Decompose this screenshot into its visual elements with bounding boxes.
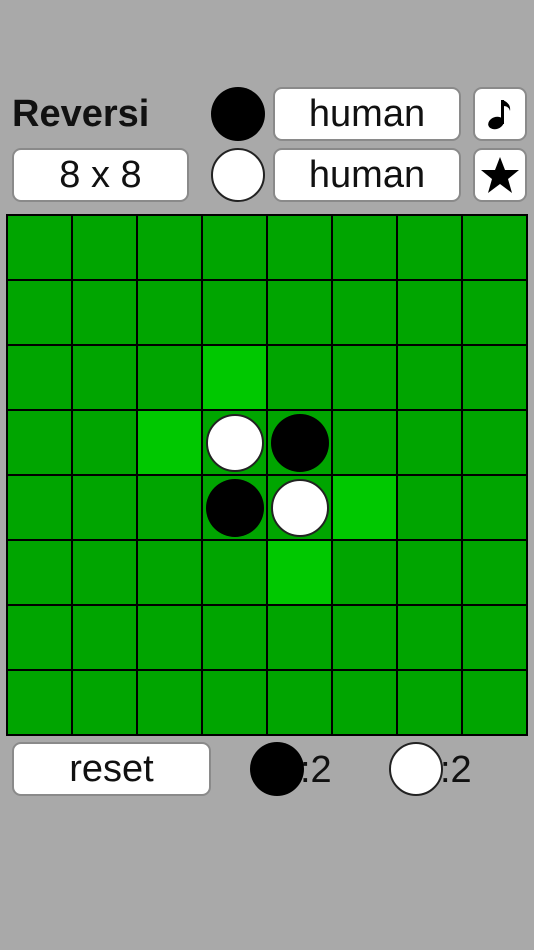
board-cell[interactable]	[138, 541, 201, 604]
board-cell[interactable]	[203, 281, 266, 344]
board-cell[interactable]	[398, 541, 461, 604]
board-cell-legal-move[interactable]	[138, 411, 201, 474]
board-cell[interactable]	[268, 671, 331, 734]
board-cell[interactable]	[73, 411, 136, 474]
board-cell[interactable]	[268, 346, 331, 409]
white-piece	[270, 478, 329, 537]
board-cell-legal-move[interactable]	[333, 476, 396, 539]
board-cell-legal-move[interactable]	[268, 541, 331, 604]
white-score-value: :2	[440, 749, 472, 791]
black-player-type-button[interactable]: human	[273, 87, 461, 141]
board-cell[interactable]	[398, 281, 461, 344]
board-cell[interactable]	[73, 281, 136, 344]
board-cell[interactable]	[398, 476, 461, 539]
board-cell[interactable]	[8, 541, 71, 604]
board-cell[interactable]	[268, 476, 331, 539]
board-cell[interactable]	[8, 346, 71, 409]
board-cell[interactable]	[73, 216, 136, 279]
board-cell[interactable]	[398, 411, 461, 474]
board-cell[interactable]	[463, 606, 526, 669]
board-cell[interactable]	[73, 671, 136, 734]
board-cell[interactable]	[398, 346, 461, 409]
board-cell[interactable]	[333, 671, 396, 734]
board-cell[interactable]	[138, 216, 201, 279]
board-cell[interactable]	[73, 606, 136, 669]
board-cell[interactable]	[73, 346, 136, 409]
board-cell[interactable]	[398, 216, 461, 279]
board-cell[interactable]	[463, 281, 526, 344]
board-cell[interactable]	[463, 671, 526, 734]
board-cell[interactable]	[8, 281, 71, 344]
white-player-disc	[211, 148, 265, 202]
board-cell-legal-move[interactable]	[203, 346, 266, 409]
board-cell[interactable]	[333, 541, 396, 604]
board-cell[interactable]	[8, 411, 71, 474]
music-note-icon	[485, 96, 515, 132]
sound-button[interactable]	[473, 87, 527, 141]
board-cell[interactable]	[398, 606, 461, 669]
black-piece	[205, 478, 264, 537]
reset-button[interactable]: reset	[12, 742, 211, 796]
app-title: Reversi	[12, 93, 150, 135]
white-score-disc	[389, 742, 443, 796]
board-cell[interactable]	[73, 476, 136, 539]
board-cell[interactable]	[463, 541, 526, 604]
board-cell[interactable]	[268, 606, 331, 669]
board-cell[interactable]	[73, 541, 136, 604]
favorite-button[interactable]	[473, 148, 527, 202]
board-cell[interactable]	[463, 476, 526, 539]
board-cell[interactable]	[8, 671, 71, 734]
black-piece	[270, 413, 329, 472]
white-piece	[205, 413, 264, 472]
board-cell[interactable]	[268, 411, 331, 474]
board-cell[interactable]	[138, 346, 201, 409]
board-cell[interactable]	[203, 671, 266, 734]
black-score-value: :2	[300, 749, 332, 791]
board-cell[interactable]	[138, 281, 201, 344]
board-cell[interactable]	[268, 216, 331, 279]
board-cell[interactable]	[8, 606, 71, 669]
board-cell[interactable]	[203, 216, 266, 279]
board-cell[interactable]	[138, 671, 201, 734]
board-cell[interactable]	[138, 476, 201, 539]
board-cell[interactable]	[463, 346, 526, 409]
board-cell[interactable]	[333, 411, 396, 474]
board-cell[interactable]	[8, 216, 71, 279]
board-cell[interactable]	[463, 411, 526, 474]
board-cell[interactable]	[203, 411, 266, 474]
board-cell[interactable]	[333, 606, 396, 669]
board-cell[interactable]	[203, 606, 266, 669]
board-cell[interactable]	[333, 281, 396, 344]
white-player-type-button[interactable]: human	[273, 148, 461, 202]
board-cell[interactable]	[333, 346, 396, 409]
game-board	[6, 214, 528, 736]
board-size-button[interactable]: 8 x 8	[12, 148, 189, 202]
board-cell[interactable]	[398, 671, 461, 734]
board-cell[interactable]	[8, 476, 71, 539]
star-icon	[480, 155, 520, 195]
black-score-disc	[250, 742, 304, 796]
board-cell[interactable]	[463, 216, 526, 279]
board-cell[interactable]	[138, 606, 201, 669]
black-player-disc	[211, 87, 265, 141]
board-cell[interactable]	[268, 281, 331, 344]
board-cell[interactable]	[203, 541, 266, 604]
board-cell[interactable]	[333, 216, 396, 279]
board-cell[interactable]	[203, 476, 266, 539]
